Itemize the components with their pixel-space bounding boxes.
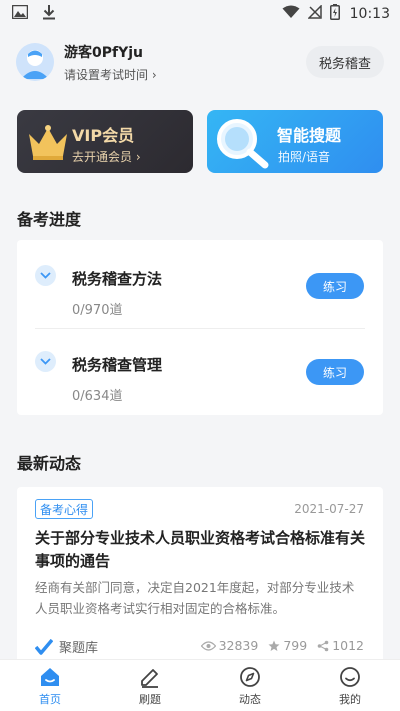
star-icon <box>268 640 280 651</box>
news-card[interactable]: 备考心得 2021-07-27 关于部分专业技术人员职业资格考试合格标准有关事项… <box>17 487 383 667</box>
eye-icon <box>200 640 216 651</box>
chapter-progress-count: 0/634道 <box>72 389 123 404</box>
image-notification-icon <box>11 4 29 23</box>
news-source-name: 聚题库 <box>59 641 99 656</box>
vip-membership-card[interactable]: VIP会员 去开通会员 › <box>17 110 193 173</box>
news-title[interactable]: 关于部分专业技术人员职业资格考试合格标准有关事项的通告 <box>35 527 365 573</box>
views-stat: 32839 <box>200 638 259 653</box>
news-stats: 32839 799 1012 <box>200 638 364 653</box>
bottom-tab-bar: 首页 刷题 动态 我的 <box>0 659 400 711</box>
tab-home-label: 首页 <box>39 693 61 706</box>
user-header: 游客0PfYju 请设置考试时间 › 税务稽查 <box>16 42 384 82</box>
smart-search-title: 智能搜题 <box>277 126 342 145</box>
shares-stat[interactable]: 1012 <box>317 638 364 653</box>
shares-count: 1012 <box>332 638 364 653</box>
chapter-progress-count: 0/970道 <box>72 303 123 318</box>
practice-button[interactable]: 练习 <box>306 273 364 299</box>
status-time: 10:13 <box>349 6 390 22</box>
progress-item[interactable]: 税务稽查管理 0/634道 练习 <box>17 326 383 412</box>
set-exam-time-link[interactable]: 请设置考试时间 › <box>64 66 157 83</box>
avatar-person-icon <box>16 43 54 81</box>
battery-charging-icon <box>329 4 340 24</box>
news-date: 2021-07-27 <box>294 502 364 516</box>
username: 游客0PfYju <box>64 44 143 61</box>
news-category-tag: 备考心得 <box>35 499 94 519</box>
wifi-icon <box>282 5 300 23</box>
smart-search-card[interactable]: 智能搜题 拍照/语音 <box>207 110 383 173</box>
source-logo-icon <box>35 638 53 655</box>
tab-news[interactable]: 动态 <box>200 660 300 711</box>
tab-practice-label: 刷题 <box>139 693 161 706</box>
likes-stat[interactable]: 799 <box>268 638 307 653</box>
profile-icon <box>339 666 361 688</box>
vip-title: VIP会员 <box>72 126 135 145</box>
tab-news-label: 动态 <box>239 693 261 706</box>
subject-switch-button[interactable]: 税务稽查 <box>305 46 384 78</box>
smart-search-subtitle: 拍照/语音 <box>278 150 331 164</box>
download-icon <box>42 4 56 24</box>
chevron-down-icon[interactable] <box>35 351 56 372</box>
no-signal-icon <box>306 4 322 23</box>
tab-home[interactable]: 首页 <box>0 660 100 711</box>
home-icon <box>39 666 61 688</box>
magnifier-icon <box>217 119 269 169</box>
views-count: 32839 <box>218 638 259 653</box>
practice-button[interactable]: 练习 <box>306 359 364 385</box>
progress-item[interactable]: 税务稽查方法 0/970道 练习 <box>17 240 383 326</box>
tab-profile[interactable]: 我的 <box>300 660 400 711</box>
chapter-title: 税务稽查方法 <box>72 270 163 288</box>
chevron-right-icon: › <box>151 67 157 82</box>
chapter-title: 税务稽查管理 <box>72 356 163 374</box>
compass-icon <box>239 666 261 688</box>
tab-practice[interactable]: 刷题 <box>100 660 200 711</box>
likes-count: 799 <box>283 638 308 653</box>
news-section-title: 最新动态 <box>17 454 82 473</box>
pencil-icon <box>139 666 161 688</box>
tab-profile-label: 我的 <box>339 693 361 706</box>
news-summary: 经商有关部门同意，决定自2021年度起，对部分专业技术人员职业资格考试实行相对固… <box>35 580 355 616</box>
share-icon <box>317 640 329 651</box>
status-bar: 10:13 <box>0 0 400 28</box>
news-source: 聚题库 <box>35 637 98 656</box>
progress-section-title: 备考进度 <box>17 210 82 229</box>
chevron-down-icon[interactable] <box>35 265 56 286</box>
progress-card: 税务稽查方法 0/970道 练习 税务稽查管理 0/634道 练习 <box>17 240 383 415</box>
vip-subtitle: 去开通会员 › <box>72 150 141 164</box>
crown-icon <box>29 125 67 160</box>
exam-time-label: 请设置考试时间 <box>64 67 149 82</box>
avatar[interactable] <box>16 43 54 81</box>
